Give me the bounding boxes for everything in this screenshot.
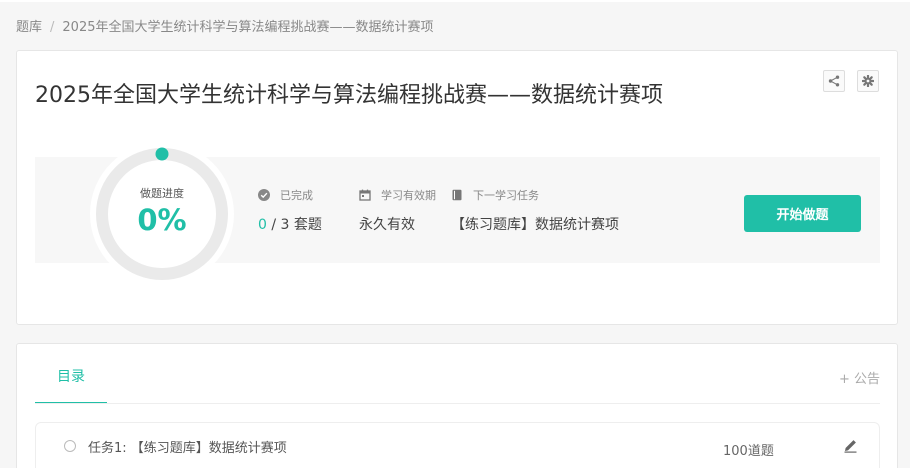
stat-validity: 学习有效期 永久有效 — [359, 187, 436, 234]
check-circle-icon — [258, 189, 270, 201]
progress-label: 做题进度 — [140, 187, 184, 200]
calendar-icon — [359, 189, 371, 201]
stat-validity-value: 永久有效 — [359, 217, 415, 233]
breadcrumb-root-link[interactable]: 题库 — [16, 20, 42, 35]
stat-next-task-label: 下一学习任务 — [473, 189, 539, 202]
stat-next-task: 下一学习任务 【练习题库】数据统计赛项 — [451, 187, 619, 234]
settings-button[interactable] — [857, 70, 879, 92]
progress-percent: 0% — [137, 203, 187, 237]
task-status-radio — [64, 440, 76, 452]
task-question-count: 100道题 — [723, 444, 774, 459]
stat-next-task-value[interactable]: 【练习题库】数据统计赛项 — [451, 214, 619, 234]
progress-ring: 做题进度 0% — [89, 141, 235, 287]
breadcrumb: 题库 / 2025年全国大学生统计科学与算法编程挑战赛——数据统计赛项 — [16, 16, 434, 35]
page-title: 2025年全国大学生统计科学与算法编程挑战赛——数据统计赛项 — [35, 83, 663, 108]
tab-bar: 目录 + 公告 — [35, 344, 880, 404]
progress-ring-marker — [155, 147, 169, 161]
count-unit: 套题 — [289, 217, 322, 233]
add-notice-link[interactable]: + 公告 — [839, 368, 880, 387]
share-icon — [828, 75, 840, 87]
completed-count: 0 — [258, 217, 267, 233]
start-practice-button[interactable]: 开始做题 — [744, 195, 861, 232]
task-title[interactable]: 任务1: 【练习题库】数据统计赛项 — [88, 437, 287, 456]
stat-validity-label: 学习有效期 — [381, 189, 436, 202]
catalog-card: 目录 + 公告 任务1: 【练习题库】数据统计赛项 100道题 — [16, 343, 898, 468]
task-row[interactable]: 任务1: 【练习题库】数据统计赛项 100道题 — [35, 422, 880, 468]
tab-catalog[interactable]: 目录 — [35, 344, 107, 403]
top-bar — [0, 0, 910, 2]
stat-completed-label: 已完成 — [280, 189, 313, 202]
edit-icon[interactable] — [843, 438, 858, 457]
completed-separator: / — [266, 217, 281, 233]
book-icon — [451, 189, 463, 201]
breadcrumb-separator: / — [50, 20, 55, 35]
stat-completed-value: 0 / 3 套题 — [258, 214, 322, 234]
share-button[interactable] — [823, 70, 845, 92]
breadcrumb-current: 2025年全国大学生统计科学与算法编程挑战赛——数据统计赛项 — [62, 20, 434, 35]
stat-completed: 已完成 0 / 3 套题 — [258, 187, 322, 234]
course-overview-card: 2025年全国大学生统计科学与算法编程挑战赛——数据统计赛项 做题进度 0% 已… — [16, 50, 898, 325]
gear-icon — [862, 75, 874, 87]
